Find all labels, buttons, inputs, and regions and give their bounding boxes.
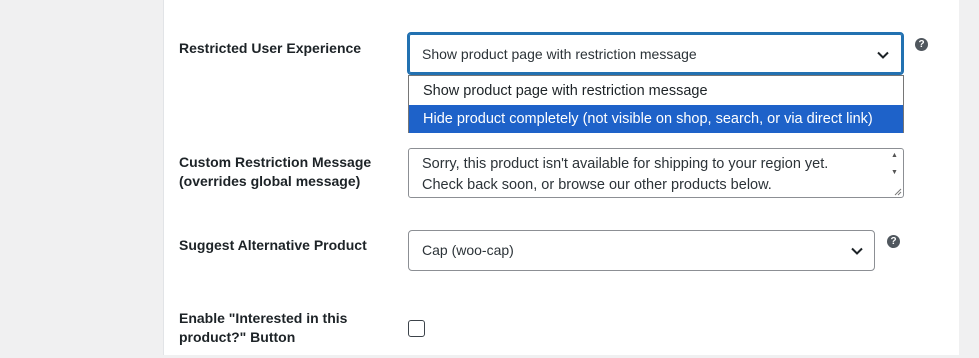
dropdown-option-show-page[interactable]: Show product page with restriction messa… <box>409 77 903 105</box>
interested-button-checkbox[interactable] <box>408 320 425 337</box>
help-icon[interactable]: ? <box>887 235 900 248</box>
alt-product-label: Suggest Alternative Product <box>179 237 367 253</box>
custom-message-label: Custom Restriction Message (overrides gl… <box>179 153 371 191</box>
custom-message-text: Sorry, this product isn't available for … <box>422 154 879 196</box>
alt-product-select[interactable]: Cap (woo-cap) <box>408 230 875 271</box>
interested-button-label-line1: Enable "Interested in this <box>179 310 348 326</box>
custom-message-label-line2: (overrides global message) <box>179 173 361 189</box>
help-icon[interactable]: ? <box>915 38 928 51</box>
interested-button-label-line2: product?" Button <box>179 329 296 345</box>
scroll-down-arrow-icon[interactable]: ▼ <box>891 169 898 177</box>
custom-message-label-line1: Custom Restriction Message <box>179 154 372 170</box>
custom-message-textarea[interactable]: Sorry, this product isn't available for … <box>408 148 904 198</box>
scroll-up-arrow-icon[interactable]: ▲ <box>891 152 898 160</box>
chevron-down-icon <box>877 51 889 59</box>
chevron-down-icon <box>851 247 863 255</box>
restricted-ux-label: Restricted User Experience <box>179 40 362 56</box>
restricted-ux-dropdown-list: Show product page with restriction messa… <box>408 75 904 133</box>
resize-handle-icon[interactable] <box>893 187 902 196</box>
restricted-ux-select[interactable]: Show product page with restriction messa… <box>407 32 904 75</box>
alt-product-selected-value: Cap (woo-cap) <box>422 242 514 258</box>
custom-message-text-line1: Sorry, this product isn't available for … <box>422 156 829 172</box>
restricted-ux-selected-value: Show product page with restriction messa… <box>422 46 697 62</box>
interested-button-label: Enable "Interested in this product?" But… <box>179 309 347 347</box>
custom-message-text-line2: Check back soon, or browse our other pro… <box>422 177 772 193</box>
dropdown-option-hide-product[interactable]: Hide product completely (not visible on … <box>409 105 903 133</box>
